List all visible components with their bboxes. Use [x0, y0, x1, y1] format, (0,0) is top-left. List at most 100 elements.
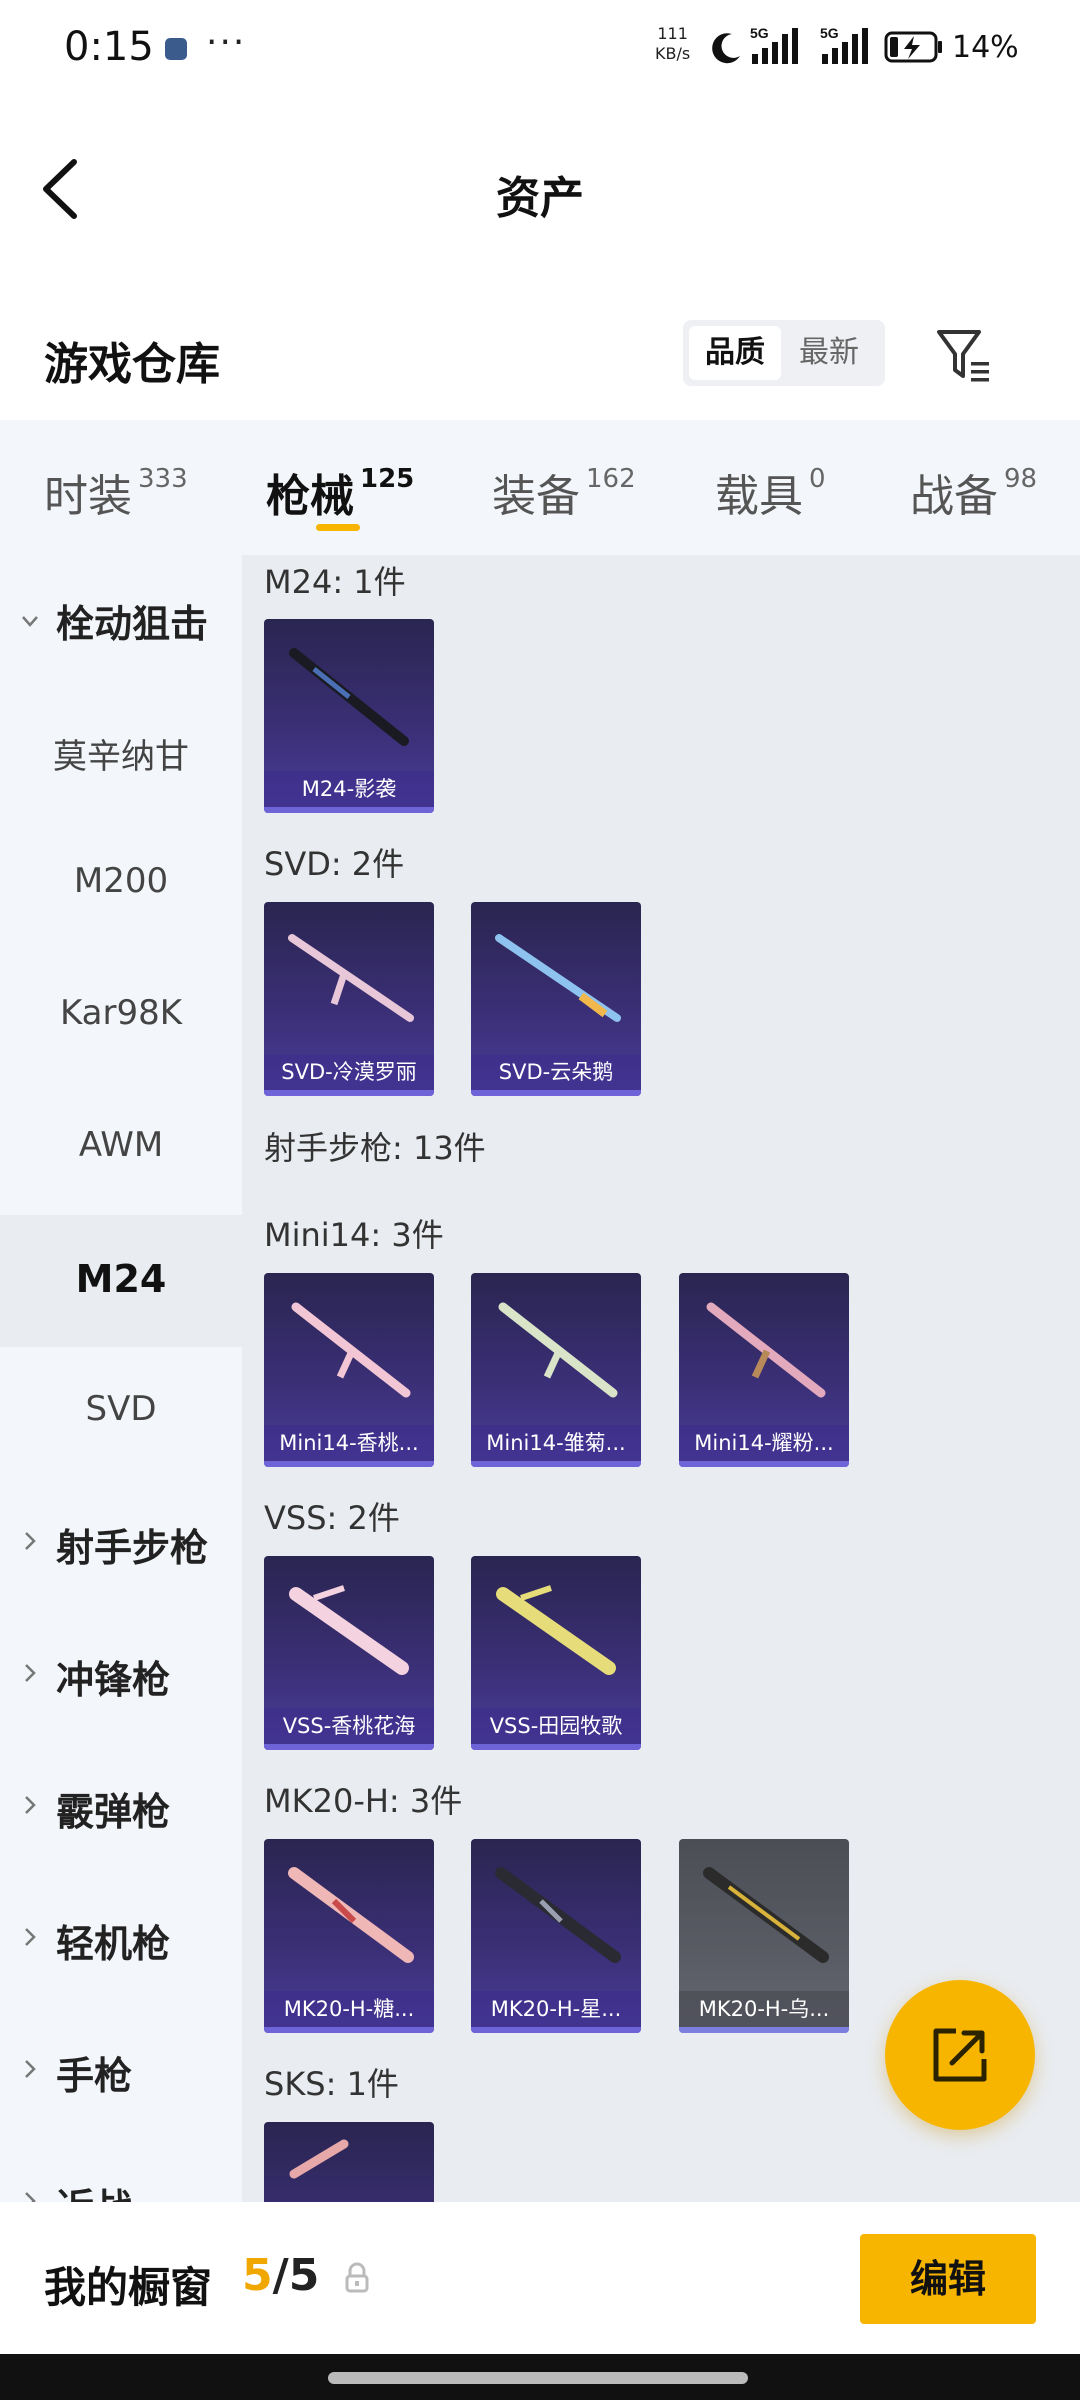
more-notifications-icon: ···	[206, 22, 247, 63]
section-header-vss: VSS: 2件	[264, 1499, 400, 1537]
signal-5g-icon-2: 5G	[820, 25, 868, 64]
status-time: 0:15	[64, 24, 154, 70]
active-tab-indicator	[316, 524, 360, 531]
chevron-right-icon	[25, 2192, 36, 2202]
weapon-card-name: MK20-H-星...	[471, 1991, 641, 2027]
tab-firearms[interactable]: 枪械 125	[266, 460, 414, 524]
weapon-card[interactable]: Mini14-耀粉...	[679, 1273, 849, 1467]
card-rarity-stripe	[264, 1744, 434, 1750]
weapon-card[interactable]: VSS-香桃花海	[264, 1556, 434, 1750]
card-rarity-stripe	[264, 1461, 434, 1467]
sidebar-item-label: AWM	[78, 1125, 164, 1165]
tab-supplies[interactable]: 战备 98	[910, 460, 1037, 524]
card-rarity-stripe	[471, 2027, 641, 2033]
warehouse-header: 游戏仓库 品质 最新	[0, 280, 1080, 420]
showcase-separator: /	[272, 2250, 289, 2301]
weapon-card[interactable]: MK20-H-乌...	[679, 1839, 849, 2033]
sidebar-item-svd[interactable]: SVD	[0, 1347, 242, 1479]
card-rarity-stripe	[679, 1461, 849, 1467]
share-fab[interactable]	[885, 1980, 1035, 2130]
card-rarity-stripe	[471, 1461, 641, 1467]
showcase-bar: 我的橱窗 5/5 编辑	[0, 2202, 1080, 2354]
weapon-card-name: SVD-冷漠罗丽	[264, 1054, 434, 1090]
weapon-grid: M24: 1件 M24-影袭 SVD: 2件 SVD-冷漠罗丽 SVD-云朵鹅 …	[242, 555, 1080, 2202]
showcase-current: 5	[242, 2250, 273, 2301]
rifle-icon	[495, 1867, 621, 1963]
sort-newest-button[interactable]: 最新	[783, 326, 875, 380]
weapon-card[interactable]: SVD-云朵鹅	[471, 902, 641, 1096]
rifle-icon	[495, 934, 621, 1022]
tab-label: 时装	[44, 471, 132, 522]
chevron-right-icon	[25, 1532, 36, 1550]
rifle-icon	[288, 1867, 414, 1963]
app-notification-icon	[165, 38, 187, 60]
tab-count: 125	[360, 464, 415, 494]
weapon-card[interactable]: Mini14-香桃...	[264, 1273, 434, 1467]
section-header-marksman: 射手步枪: 13件	[264, 1129, 486, 1167]
section-header-svd: SVD: 2件	[264, 845, 405, 883]
sidebar-group-pistol[interactable]: 手枪	[0, 2007, 242, 2139]
rifle-icon	[288, 934, 414, 1022]
weapon-card[interactable]: MK20-H-糖...	[264, 1839, 434, 2033]
sidebar-group-smg[interactable]: 冲锋枪	[0, 1611, 242, 1743]
moon-icon	[712, 33, 740, 64]
battery-percent: 14%	[952, 30, 1019, 65]
weapon-card-name: VSS-香桃花海	[264, 1708, 434, 1744]
sidebar-group-bolt-action[interactable]: 栓动狙击	[0, 555, 242, 687]
card-rarity-stripe	[264, 2027, 434, 2033]
chevron-right-icon	[25, 1928, 36, 1946]
sidebar-item-m24[interactable]: M24	[0, 1215, 242, 1347]
section-header-mini14: Mini14: 3件	[264, 1216, 444, 1254]
sort-toggle: 品质 最新	[683, 320, 885, 386]
sidebar-item-label: Kar98K	[59, 993, 183, 1033]
sidebar-group-shotgun[interactable]: 霰弹枪	[0, 1743, 242, 1875]
sort-quality-button[interactable]: 品质	[689, 326, 781, 380]
tab-label: 枪械	[266, 471, 354, 522]
card-rarity-stripe	[264, 1090, 434, 1096]
sidebar-group-label: 射手步枪	[56, 1526, 209, 1570]
lock-icon	[345, 2262, 369, 2293]
filter-icon[interactable]	[935, 324, 993, 386]
weapon-card-name: MK20-H-糖...	[264, 1991, 434, 2027]
weapon-card-name: MK20-H-乌...	[679, 1991, 849, 2027]
sidebar-group-lmg[interactable]: 轻机枪	[0, 1875, 242, 2007]
weapon-card-name: SVD-云朵鹅	[471, 1054, 641, 1090]
rifle-icon	[498, 1302, 618, 1398]
sidebar-group-label: 近战	[56, 2177, 132, 2202]
sidebar-item-awm[interactable]: AWM	[0, 1083, 242, 1215]
tab-count: 333	[138, 464, 188, 494]
section-header-mk20h: MK20-H: 3件	[264, 1782, 463, 1820]
edit-button[interactable]: 编辑	[860, 2234, 1036, 2324]
section-header-m24: M24: 1件	[264, 563, 406, 601]
tab-count: 98	[1004, 464, 1038, 494]
weapon-card[interactable]	[264, 2122, 434, 2202]
weapon-card[interactable]: MK20-H-星...	[471, 1839, 641, 2033]
tab-fashion[interactable]: 时装 333	[44, 460, 188, 524]
weapon-card-name: M24-影袭	[264, 771, 434, 807]
tab-label: 战备	[910, 471, 998, 522]
sidebar-item-m200[interactable]: M200	[0, 819, 242, 951]
rifle-icon	[706, 1302, 826, 1398]
page-title: 资产	[496, 173, 584, 224]
network-speed-value: 111	[657, 24, 688, 43]
weapon-card[interactable]: Mini14-雏菊...	[471, 1273, 641, 1467]
card-rarity-stripe	[471, 1744, 641, 1750]
card-rarity-stripe	[471, 1090, 641, 1096]
chevron-down-icon	[22, 616, 38, 627]
card-rarity-stripe	[264, 807, 434, 813]
home-gesture-bar[interactable]	[328, 2372, 748, 2384]
sidebar-group-label: 轻机枪	[56, 1922, 171, 1966]
weapon-card[interactable]: VSS-田园牧歌	[471, 1556, 641, 1750]
weapon-card[interactable]: M24-影袭	[264, 619, 434, 813]
tab-equipment[interactable]: 装备 162	[492, 460, 636, 524]
weapon-card[interactable]: SVD-冷漠罗丽	[264, 902, 434, 1096]
sidebar-item-mosin[interactable]: 莫辛纳甘	[0, 687, 242, 819]
tab-vehicles[interactable]: 载具 0	[715, 460, 826, 524]
sidebar-group-melee[interactable]: 近战	[0, 2139, 242, 2202]
card-rarity-stripe	[679, 2027, 849, 2033]
sidebar-group-marksman[interactable]: 射手步枪	[0, 1479, 242, 1611]
weapon-card-name: Mini14-雏菊...	[471, 1425, 641, 1461]
warehouse-title: 游戏仓库	[44, 339, 220, 390]
showcase-max: 5	[288, 2250, 320, 2301]
sidebar-item-kar98k[interactable]: Kar98K	[0, 951, 242, 1083]
